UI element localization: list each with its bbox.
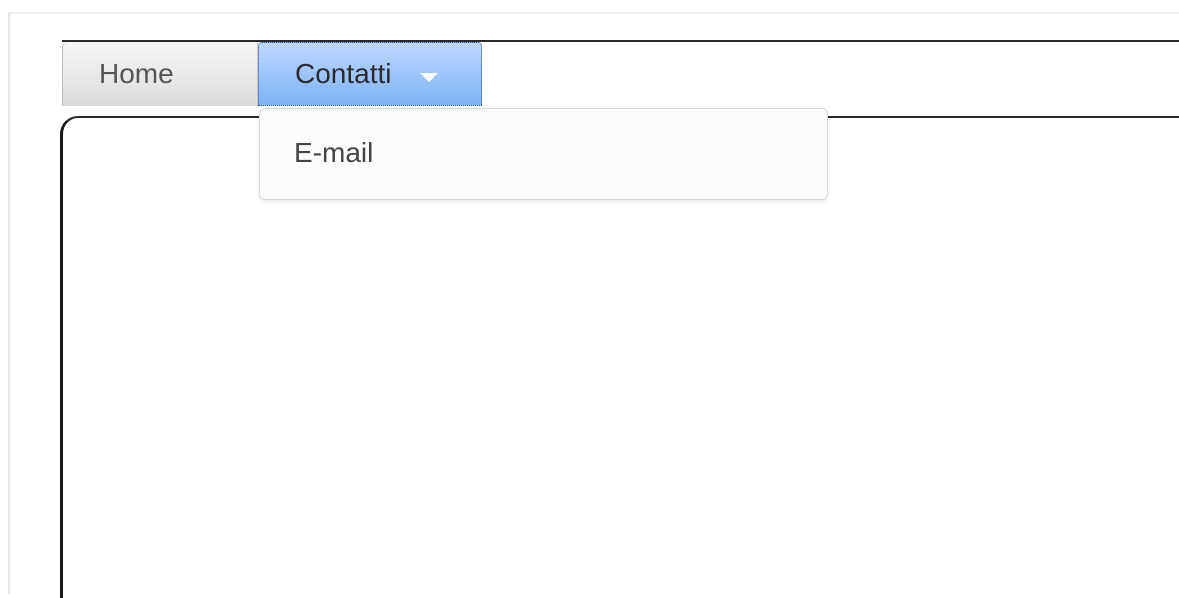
menu-item-email[interactable]: E-mail (294, 137, 373, 169)
tab-contatti[interactable]: Contatti (258, 42, 482, 106)
tab-contatti-label: Contatti (295, 58, 392, 89)
contatti-dropdown-menu: E-mail (259, 108, 828, 200)
chevron-down-icon[interactable] (419, 72, 438, 82)
tab-home[interactable]: Home (62, 42, 258, 106)
tab-home-label: Home (99, 58, 174, 89)
